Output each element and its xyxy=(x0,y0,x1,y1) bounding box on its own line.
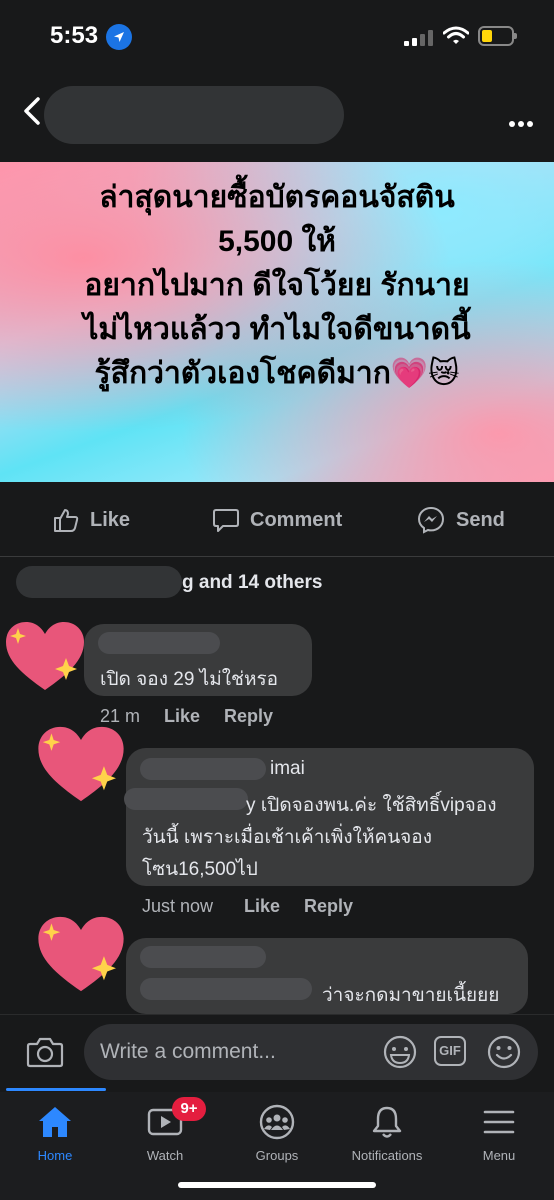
sparkling-heart-avatar-icon[interactable] xyxy=(34,912,128,996)
tab-label: Watch xyxy=(146,1148,184,1163)
comment-bubble-icon xyxy=(213,509,239,532)
messenger-icon xyxy=(417,506,445,534)
post-text-line: ล่าสุดนายซื้อบัตรคอนจัสติน xyxy=(99,181,455,214)
tab-menu[interactable]: Menu xyxy=(444,1100,554,1163)
send-button[interactable]: Send xyxy=(416,484,505,556)
reactions-summary[interactable]: g and 14 others xyxy=(182,572,322,594)
reactors-names-redacted[interactable] xyxy=(16,566,182,598)
reply-comment-bubble[interactable]: ว่าจะกดมาขายเนี้ยยย xyxy=(126,938,528,1014)
sparkling-heart-avatar-icon[interactable] xyxy=(34,722,128,806)
comment-time: Just now xyxy=(142,896,214,916)
tab-label: Home xyxy=(37,1148,73,1163)
post-text-line: อยากไปมาก ดีใจโว้ยย รักนาย xyxy=(84,269,470,302)
send-label: Send xyxy=(456,508,505,531)
tab-label: Menu xyxy=(482,1148,516,1163)
bell-icon xyxy=(372,1106,402,1138)
groups-icon xyxy=(259,1104,295,1140)
commenter-name-suffix: imai xyxy=(270,758,305,779)
tab-home[interactable]: Home xyxy=(0,1100,110,1163)
gif-icon[interactable]: GIF xyxy=(434,1036,466,1066)
battery-icon xyxy=(478,26,517,46)
hamburger-menu-icon xyxy=(483,1110,515,1134)
gif-label: GIF xyxy=(434,1036,466,1066)
status-time: 5:53 xyxy=(50,22,99,49)
home-indicator xyxy=(178,1182,376,1188)
sparkling-heart-avatar-icon[interactable] xyxy=(2,618,88,694)
like-label: Like xyxy=(90,508,131,531)
post-text-line: รู้สึกว่าตัวเองโชคดีมาก💗😿 xyxy=(94,357,460,390)
tab-label: Groups xyxy=(255,1148,299,1163)
home-icon xyxy=(39,1107,71,1137)
comment-label: Comment xyxy=(250,508,343,531)
commenter-name-redacted[interactable] xyxy=(98,632,220,654)
comment-reply-link[interactable]: Reply xyxy=(224,706,273,727)
post-text-line: ไม่ไหวแล้วว ทำไมใจดีขนาดนี้ xyxy=(83,313,471,346)
cellular-signal-icon xyxy=(404,30,434,46)
post-image[interactable]: ล่าสุดนายซื้อบัตรคอนจัสติน 5,500 ให้ อยา… xyxy=(0,162,554,482)
post-text-overlay: ล่าสุดนายซื้อบัตรคอนจัสติน 5,500 ให้ อยา… xyxy=(0,176,554,396)
comment-like-link[interactable]: Like xyxy=(244,896,280,917)
tab-groups[interactable]: Groups xyxy=(222,1100,332,1163)
comment-text: โซน16,500ไป xyxy=(142,859,258,880)
like-button[interactable]: Like xyxy=(52,484,130,556)
comment-text: วันนี้ เพราะเมื่อเช้าเค้าเพิ่งให้คนจอง xyxy=(142,827,433,848)
commenter-name-redacted[interactable] xyxy=(140,758,266,780)
location-arrow-icon xyxy=(106,24,132,50)
reply-comment-bubble[interactable]: imai y เปิดจองพน.ค่ะ ใช้สิทธิ์vipจอง วัน… xyxy=(124,748,534,886)
comment-button[interactable]: Comment xyxy=(212,484,342,556)
more-options-icon[interactable] xyxy=(508,108,534,134)
comment-reply-link[interactable]: Reply xyxy=(304,896,353,917)
comment-text: เปิด จอง 29 ไม่ใช่หรอ xyxy=(100,669,279,690)
comment-input[interactable]: Write a comment... xyxy=(84,1024,538,1080)
commenter-name-redacted[interactable] xyxy=(140,946,266,968)
comment-like-link[interactable]: Like xyxy=(164,706,200,727)
thumbs-up-icon xyxy=(54,509,79,532)
active-tab-indicator xyxy=(6,1088,106,1091)
mentioned-name-redacted[interactable] xyxy=(124,788,248,810)
comment-bubble[interactable]: เปิด จอง 29 ไม่ใช่หรอ xyxy=(84,624,312,696)
sticker-icon[interactable] xyxy=(382,1034,418,1075)
mentioned-name-redacted[interactable] xyxy=(140,978,312,1000)
page-name-redacted[interactable] xyxy=(44,86,344,144)
post-text-line: 5,500 ให้ xyxy=(218,225,336,258)
comment-text: y เปิดจองพน.ค่ะ ใช้สิทธิ์vipจอง xyxy=(246,795,497,816)
post-action-bar: Like Comment Send xyxy=(0,484,554,557)
comment-text: ว่าจะกดมาขายเนี้ยยย xyxy=(322,985,500,1006)
wifi-icon xyxy=(442,26,470,46)
tab-label: Notifications xyxy=(351,1148,423,1163)
tab-notifications[interactable]: Notifications xyxy=(332,1100,442,1163)
emoji-icon[interactable] xyxy=(486,1034,522,1075)
camera-icon[interactable] xyxy=(26,1034,64,1075)
notification-badge: 9+ xyxy=(172,1097,206,1121)
